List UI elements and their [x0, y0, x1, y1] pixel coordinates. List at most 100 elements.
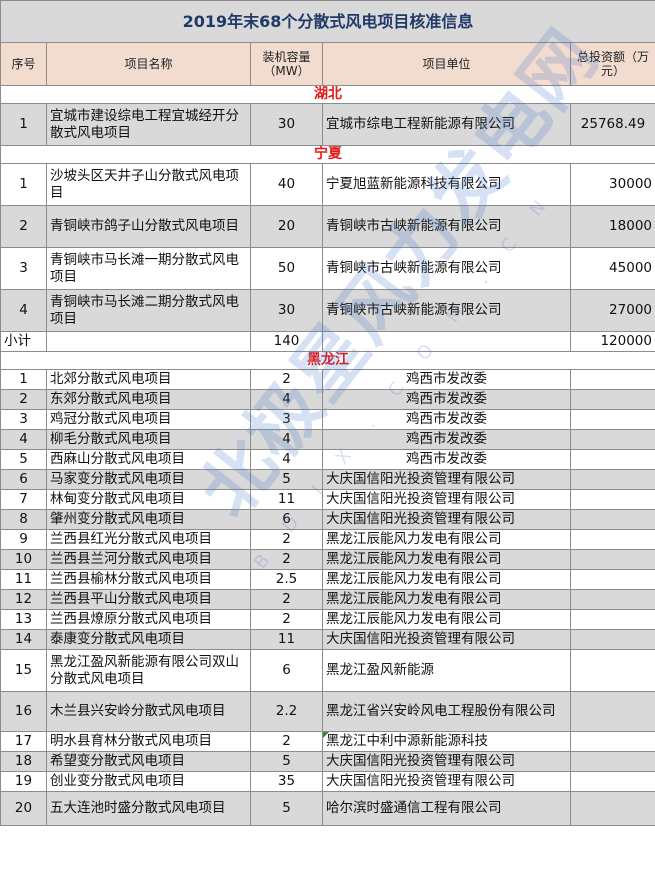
table-row: 1 北郊分散式风电项目 2 鸡西市发改委 [0, 369, 655, 390]
investment-value: 45000 [570, 247, 655, 290]
table-row: 4 柳毛分散式风电项目 4 鸡西市发改委 [0, 429, 655, 450]
empty-cell [322, 331, 571, 352]
investment-value [570, 389, 655, 410]
row-number: 18 [0, 751, 47, 772]
project-org: 青铜峡市古峡新能源有限公司 [322, 205, 571, 248]
row-number: 17 [0, 731, 47, 752]
table-row: 1 沙坡头区天井子山分散式风电项目 40 宁夏旭蓝新能源科技有限公司 30000 [0, 163, 655, 206]
capacity-value: 4 [250, 449, 323, 470]
investment-value [570, 369, 655, 390]
project-org: 青铜峡市古峡新能源有限公司 [322, 289, 571, 332]
project-name: 西麻山分散式风电项目 [46, 449, 251, 470]
investment-value [570, 629, 655, 650]
table-row: 3 青铜峡市马长滩一期分散式风电项目 50 青铜峡市古峡新能源有限公司 45000 [0, 247, 655, 290]
project-name: 希望变分散式风电项目 [46, 751, 251, 772]
project-org: 哈尔滨时盛通信工程有限公司 [322, 791, 571, 826]
table-row: 9 兰西县红光分散式风电项目 2 黑龙江辰能风力发电有限公司 [0, 529, 655, 550]
project-org: 鸡西市发改委 [322, 389, 571, 410]
table-row: 8 肇州变分散式风电项目 6 大庆国信阳光投资管理有限公司 [0, 509, 655, 530]
table-row: 6 马家变分散式风电项目 5 大庆国信阳光投资管理有限公司 [0, 469, 655, 490]
project-name: 泰康变分散式风电项目 [46, 629, 251, 650]
capacity-value: 30 [250, 289, 323, 332]
capacity-value: 2.2 [250, 691, 323, 732]
project-name: 青铜峡市马长滩二期分散式风电项目 [46, 289, 251, 332]
table-row: 15 黑龙江盈风新能源有限公司双山分散式风电项目 6 黑龙江盈风新能源 [0, 649, 655, 692]
col-header-investment: 总投资额（万元） [570, 42, 655, 86]
table-row: 13 兰西县燎原分散式风电项目 2 黑龙江辰能风力发电有限公司 [0, 609, 655, 630]
investment-value [570, 529, 655, 550]
project-org: 黑龙江辰能风力发电有限公司 [322, 589, 571, 610]
row-number: 1 [0, 103, 47, 146]
investment-value [570, 691, 655, 732]
project-name: 兰西县榆林分散式风电项目 [46, 569, 251, 590]
row-number: 4 [0, 429, 47, 450]
investment-value [570, 449, 655, 470]
project-name: 东郊分散式风电项目 [46, 389, 251, 410]
row-number: 2 [0, 389, 47, 410]
project-org: 大庆国信阳光投资管理有限公司 [322, 509, 571, 530]
project-name: 兰西县红光分散式风电项目 [46, 529, 251, 550]
project-name: 兰西县平山分散式风电项目 [46, 589, 251, 610]
section-title: 湖北 [0, 85, 655, 104]
section-row: 湖北 [0, 85, 655, 104]
capacity-value: 20 [250, 205, 323, 248]
row-number: 4 [0, 289, 47, 332]
row-number: 16 [0, 691, 47, 732]
table-row: 20 五大连池时盛分散式风电项目 5 哈尔滨时盛通信工程有限公司 [0, 791, 655, 826]
project-name: 肇州变分散式风电项目 [46, 509, 251, 530]
section-title: 黑龙江 [0, 351, 655, 370]
project-name: 兰西县燎原分散式风电项目 [46, 609, 251, 630]
project-name: 木兰县兴安岭分散式风电项目 [46, 691, 251, 732]
capacity-value: 6 [250, 649, 323, 692]
project-org: 鸡西市发改委 [322, 409, 571, 430]
project-name: 马家变分散式风电项目 [46, 469, 251, 490]
section-row: 宁夏 [0, 145, 655, 164]
project-org: 黑龙江辰能风力发电有限公司 [322, 549, 571, 570]
investment-value [570, 649, 655, 692]
investment-value [570, 409, 655, 430]
project-org: 黑龙江辰能风力发电有限公司 [322, 569, 571, 590]
table-body: 湖北 1 宜城市建设综电工程宜城经开分散式风电项目 30 宜城市综电工程新能源有限公司 2… [0, 85, 655, 826]
investment-value: 27000 [570, 289, 655, 332]
table-row: 2 青铜峡市鸽子山分散式风电项目 20 青铜峡市古峡新能源有限公司 18000 [0, 205, 655, 248]
investment-value [570, 751, 655, 772]
investment-value [570, 549, 655, 570]
row-number: 8 [0, 509, 47, 530]
project-org: 鸡西市发改委 [322, 369, 571, 390]
row-number: 19 [0, 771, 47, 792]
project-name: 鸡冠分散式风电项目 [46, 409, 251, 430]
project-name: 林甸变分散式风电项目 [46, 489, 251, 510]
project-org: 青铜峡市古峡新能源有限公司 [322, 247, 571, 290]
project-name: 柳毛分散式风电项目 [46, 429, 251, 450]
section-row: 黑龙江 [0, 351, 655, 370]
subtotal-investment: 120000 [570, 331, 655, 352]
capacity-value: 4 [250, 429, 323, 450]
project-org: 黑龙江省兴安岭风电工程股份有限公司 [322, 691, 571, 732]
row-number: 15 [0, 649, 47, 692]
capacity-value: 5 [250, 469, 323, 490]
table-row: 16 木兰县兴安岭分散式风电项目 2.2 黑龙江省兴安岭风电工程股份有限公司 [0, 691, 655, 732]
project-name: 沙坡头区天井子山分散式风电项目 [46, 163, 251, 206]
table-row: 14 泰康变分散式风电项目 11 大庆国信阳光投资管理有限公司 [0, 629, 655, 650]
capacity-value: 40 [250, 163, 323, 206]
row-number: 2 [0, 205, 47, 248]
capacity-value: 35 [250, 771, 323, 792]
table-row: 10 兰西县兰河分散式风电项目 2 黑龙江辰能风力发电有限公司 [0, 549, 655, 570]
capacity-value: 2 [250, 731, 323, 752]
row-number: 20 [0, 791, 47, 826]
project-org: 宜城市综电工程新能源有限公司 [322, 103, 571, 146]
project-org: 宁夏旭蓝新能源科技有限公司 [322, 163, 571, 206]
table-row: 17 明水县育林分散式风电项目 2 黑龙江中利中源新能源科技 [0, 731, 655, 752]
row-number: 10 [0, 549, 47, 570]
capacity-value: 4 [250, 389, 323, 410]
empty-cell [46, 331, 251, 352]
project-org: 黑龙江辰能风力发电有限公司 [322, 529, 571, 550]
row-number: 6 [0, 469, 47, 490]
col-header-name: 项目名称 [46, 42, 251, 86]
project-name: 兰西县兰河分散式风电项目 [46, 549, 251, 570]
col-header-org: 项目单位 [322, 42, 571, 86]
project-org: 鸡西市发改委 [322, 429, 571, 450]
capacity-value: 30 [250, 103, 323, 146]
subtotal-row: 小计 140 120000 [0, 331, 655, 352]
section-title: 宁夏 [0, 145, 655, 164]
